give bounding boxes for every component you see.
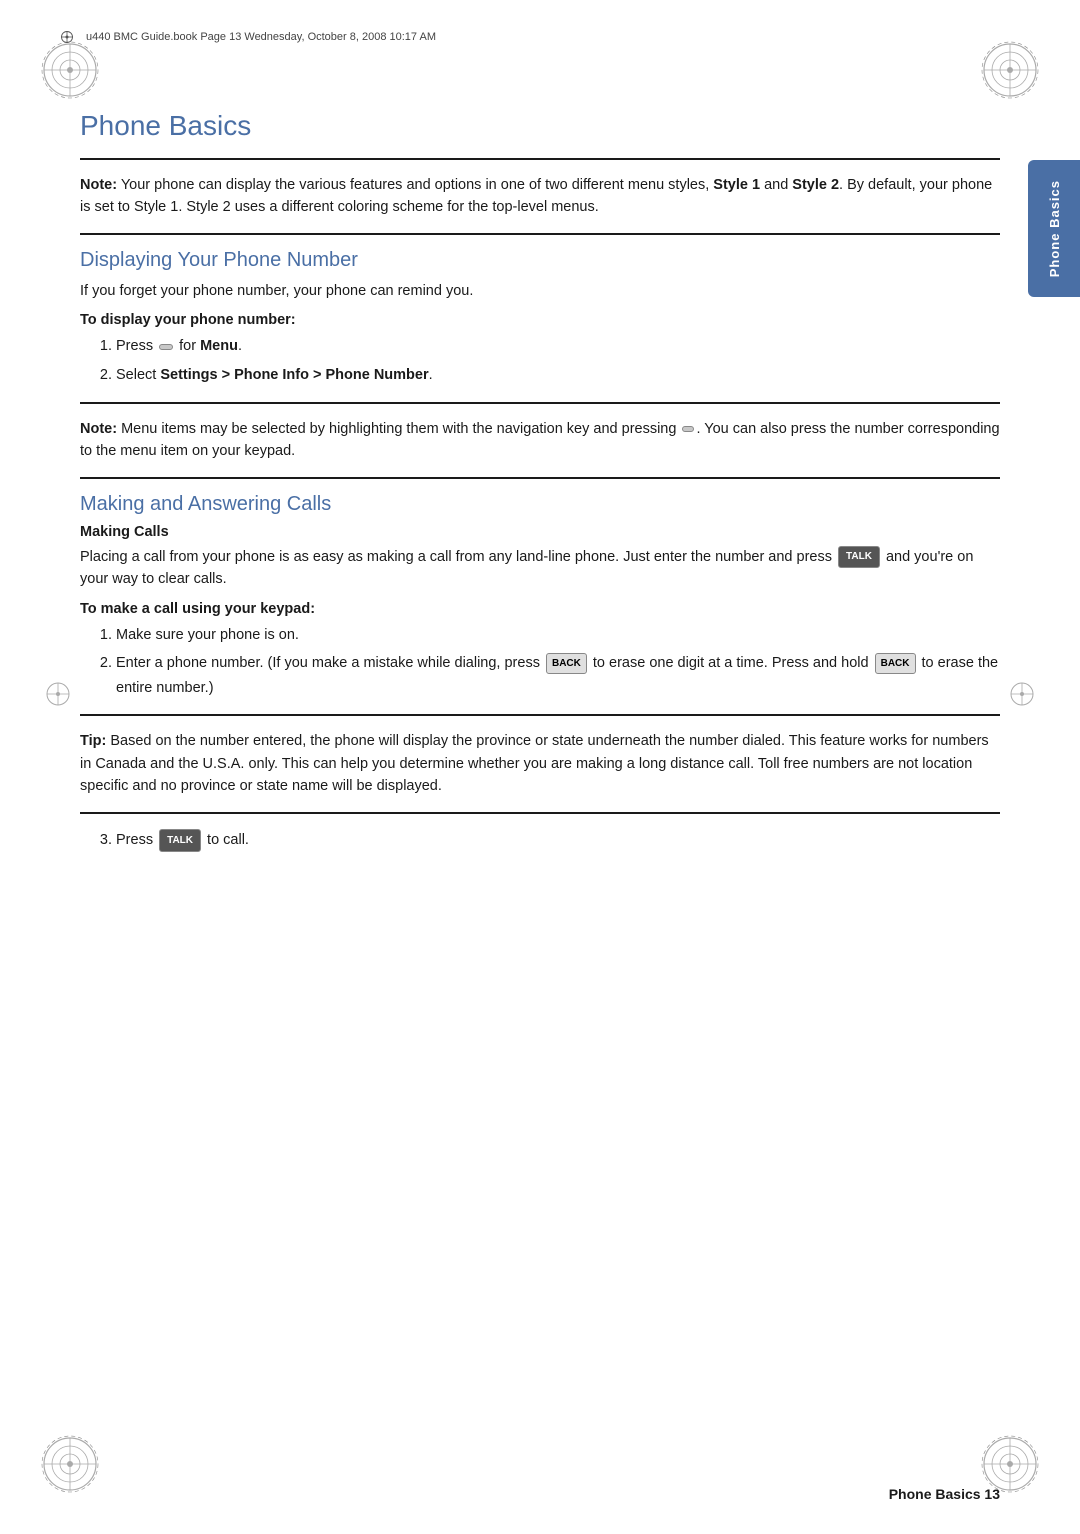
section1-intro: If you forget your phone number, your ph… [80, 280, 1000, 302]
tip-label: Tip: [80, 733, 106, 749]
divider-after-note2 [80, 477, 1000, 479]
section2-steps: Make sure your phone is on. Enter a phon… [116, 623, 1000, 701]
footer-text: Phone Basics 13 [889, 1486, 1000, 1502]
talk-button-icon: TALK [838, 546, 880, 568]
side-tab: Phone Basics [1028, 160, 1080, 297]
section1-heading: Displaying Your Phone Number [80, 249, 1000, 272]
tip-text: Tip: Based on the number entered, the ph… [80, 730, 1000, 797]
step-item: Enter a phone number. (If you make a mis… [116, 651, 1000, 700]
tip-block: Tip: Based on the number entered, the ph… [80, 730, 1000, 797]
note-block-1: Note: Your phone can display the various… [80, 174, 1000, 219]
nav-button-icon [682, 426, 694, 432]
side-tab-text: Phone Basics [1047, 180, 1062, 277]
note1-text: Note: Your phone can display the various… [80, 174, 1000, 219]
step3-item: Press TALK to call. [116, 828, 1000, 853]
corner-decoration-top-right [980, 40, 1040, 100]
corner-decoration-top-left [40, 40, 100, 100]
section1-steps: Press for Menu. Select Settings > Phone … [116, 334, 1000, 387]
divider-after-title [80, 158, 1000, 160]
talk-button-icon-2: TALK [159, 829, 201, 852]
step-item: Press for Menu. [116, 334, 1000, 359]
page-footer: Phone Basics 13 [80, 1486, 1000, 1502]
note1-label: Note: [80, 177, 117, 193]
note2-label: Note: [80, 421, 117, 437]
step-item: Select Settings > Phone Info > Phone Num… [116, 363, 1000, 388]
menu-button-icon [159, 344, 173, 350]
chapter-title: Phone Basics [80, 100, 1000, 142]
section2-intro: Placing a call from your phone is as eas… [80, 546, 1000, 591]
main-content: Phone Basics Note: Your phone can displa… [80, 100, 1000, 1454]
section1-procedure-label: To display your phone number: [80, 312, 1000, 328]
section2-heading: Making and Answering Calls [80, 493, 1000, 516]
step-item: Make sure your phone is on. [116, 623, 1000, 648]
page-header: u440 BMC Guide.book Page 13 Wednesday, O… [60, 30, 1020, 44]
note2-text: Note: Menu items may be selected by high… [80, 418, 1000, 463]
crosshair-mid-right [1008, 680, 1036, 712]
back-button-icon-1: BACK [546, 653, 587, 674]
divider-after-tip [80, 812, 1000, 814]
divider-after-note1 [80, 233, 1000, 235]
section2-subsection-label: Making Calls [80, 524, 1000, 540]
step3-list: Press TALK to call. [116, 828, 1000, 853]
note-block-2: Note: Menu items may be selected by high… [80, 418, 1000, 463]
divider-after-section1 [80, 402, 1000, 404]
header-crosshair-icon [60, 30, 74, 44]
section2-procedure-label: To make a call using your keypad: [80, 601, 1000, 617]
divider-after-steps [80, 714, 1000, 716]
crosshair-mid-left [44, 680, 72, 712]
back-button-icon-2: BACK [875, 653, 916, 674]
header-text: u440 BMC Guide.book Page 13 Wednesday, O… [86, 31, 436, 43]
